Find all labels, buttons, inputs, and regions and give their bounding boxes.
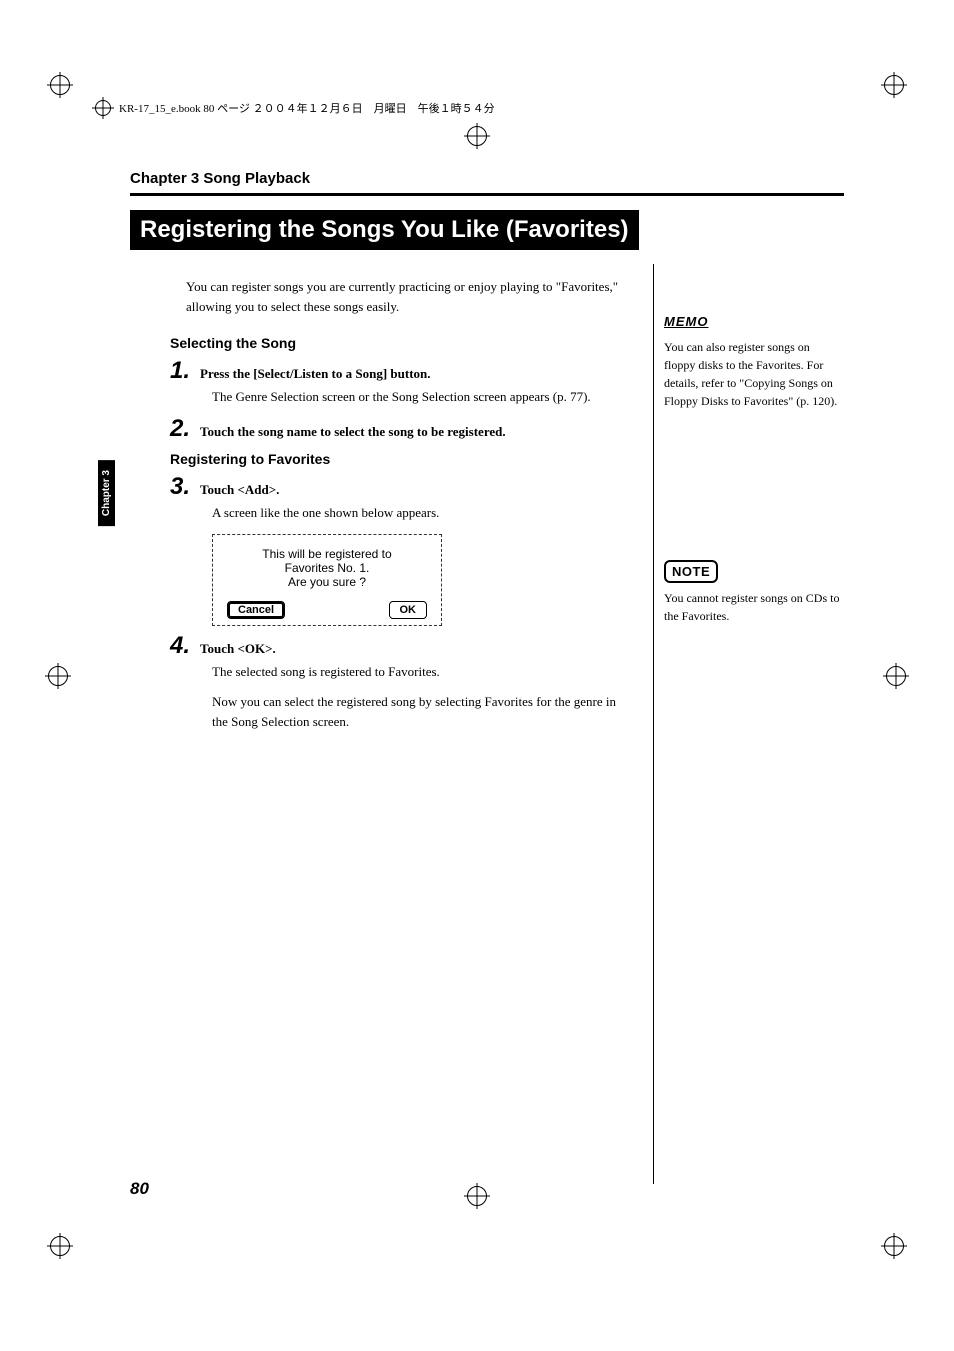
step-2-text: Touch the song name to select the song t…: [200, 424, 506, 440]
print-header-text: KR-17_15_e.book 80 ページ ２００４年１２月６日 月曜日 午後…: [119, 100, 495, 116]
step-4-body-2: Now you can select the registered song b…: [212, 692, 633, 732]
dialog-line-2: Favorites No. 1.: [227, 561, 427, 575]
step-3: 3. Touch <Add>.: [170, 475, 633, 499]
step-1-body: The Genre Selection screen or the Song S…: [212, 387, 633, 407]
subhead-selecting: Selecting the Song: [170, 335, 633, 351]
main-column: You can register songs you are currently…: [130, 264, 633, 1184]
memo-text: You can also register songs on floppy di…: [664, 338, 844, 410]
step-1-number: 1.: [170, 359, 190, 383]
dialog-line-1: This will be registered to: [227, 547, 427, 561]
crop-mark-right-mid: [886, 666, 906, 686]
note-block: NOTE You cannot register songs on CDs to…: [664, 560, 844, 626]
dialog-ok-button: OK: [389, 601, 428, 619]
dialog-line-3: Are you sure ?: [227, 575, 427, 589]
step-1-text: Press the [Select/Listen to a Song] butt…: [200, 366, 431, 382]
memo-block: MEMO You can also register songs on flop…: [664, 312, 844, 410]
note-label: NOTE: [664, 560, 718, 584]
step-2-number: 2.: [170, 417, 190, 441]
step-4: 4. Touch <OK>.: [170, 634, 633, 658]
sidebar-column: MEMO You can also register songs on flop…: [653, 264, 844, 1184]
crop-mark-top-mid: [467, 126, 487, 146]
step-4-number: 4.: [170, 634, 190, 658]
subhead-registering: Registering to Favorites: [170, 451, 633, 467]
page-number: 80: [130, 1179, 149, 1199]
step-4-body-1: The selected song is registered to Favor…: [212, 662, 633, 682]
print-header: KR-17_15_e.book 80 ページ ２００４年１２月６日 月曜日 午後…: [95, 100, 859, 116]
dialog-cancel-button: Cancel: [227, 601, 285, 619]
step-3-text: Touch <Add>.: [200, 482, 279, 498]
chapter-heading: Chapter 3 Song Playback: [130, 170, 844, 187]
crop-mark-bottom-left: [50, 1236, 70, 1256]
step-2: 2. Touch the song name to select the son…: [170, 417, 633, 441]
page-title: Registering the Songs You Like (Favorite…: [130, 210, 639, 250]
header-mark-icon: [95, 100, 111, 116]
note-text: You cannot register songs on CDs to the …: [664, 589, 844, 625]
memo-label: MEMO: [664, 312, 708, 332]
crop-mark-top-right: [884, 75, 904, 95]
chapter-side-tab: Chapter 3: [98, 460, 115, 526]
step-3-body: A screen like the one shown below appear…: [212, 503, 633, 523]
step-4-text: Touch <OK>.: [200, 641, 276, 657]
crop-mark-left-mid: [48, 666, 68, 686]
crop-mark-top-left: [50, 75, 70, 95]
step-3-number: 3.: [170, 475, 190, 499]
intro-text: You can register songs you are currently…: [186, 277, 633, 317]
confirmation-dialog-figure: This will be registered to Favorites No.…: [212, 534, 442, 626]
title-rule: [130, 193, 844, 196]
crop-mark-bottom-right: [884, 1236, 904, 1256]
step-1: 1. Press the [Select/Listen to a Song] b…: [170, 359, 633, 383]
